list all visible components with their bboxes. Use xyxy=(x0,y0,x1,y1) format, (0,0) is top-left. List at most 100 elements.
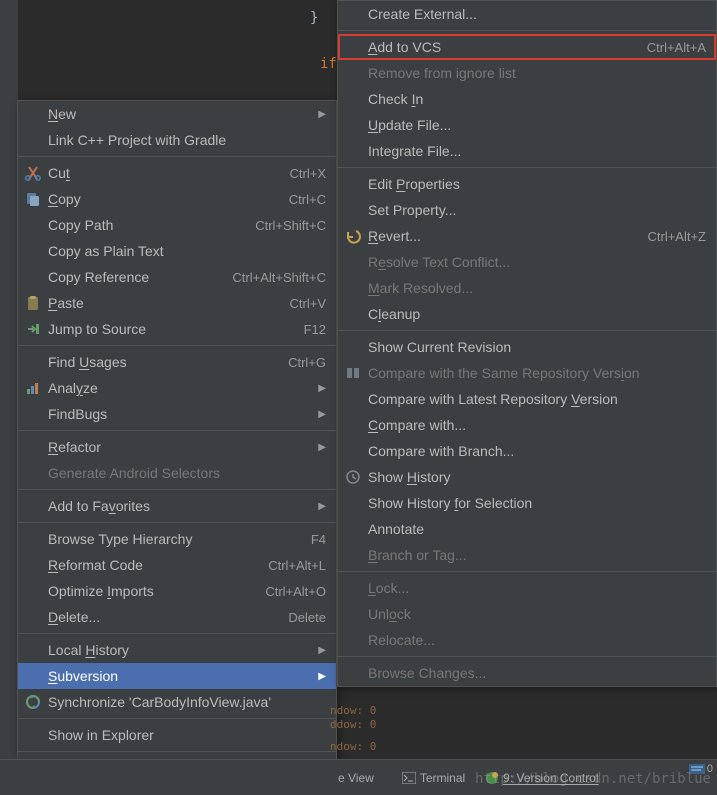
menu-item-label: Relocate... xyxy=(362,632,706,648)
menu-item-label: Browse Changes... xyxy=(362,665,706,681)
menu-item-label: Show Current Revision xyxy=(362,339,706,355)
primary-item-find-usages[interactable]: Find UsagesCtrl+G xyxy=(18,349,336,375)
context-menu-subversion: Create External... Add to VCSCtrl+Alt+A Re… xyxy=(337,0,717,687)
blank-icon xyxy=(344,547,362,563)
primary-item-link-c-project-with-gradle[interactable]: Link C++ Project with Gradle xyxy=(18,127,336,153)
blank-icon xyxy=(344,65,362,81)
menu-item-label: Local History xyxy=(42,642,316,658)
subversion-item-check-in[interactable]: Check In xyxy=(338,86,716,112)
menu-separator xyxy=(338,30,716,31)
subversion-item-cleanup[interactable]: Cleanup xyxy=(338,301,716,327)
primary-item-browse-type-hierarchy[interactable]: Browse Type HierarchyF4 xyxy=(18,526,336,552)
blank-icon xyxy=(24,531,42,547)
subversion-item-resolve-text-conflict: Resolve Text Conflict... xyxy=(338,249,716,275)
menu-separator xyxy=(18,633,336,634)
subversion-item-compare-with-branch[interactable]: Compare with Branch... xyxy=(338,438,716,464)
blank-icon xyxy=(24,406,42,422)
blank-icon xyxy=(24,727,42,743)
console-line-2: ddow: 0 xyxy=(330,718,376,731)
console-line-3: ndow: 0 xyxy=(330,740,376,753)
history-icon xyxy=(344,469,362,485)
menu-item-label: Find Usages xyxy=(42,354,288,370)
menu-item-label: Check In xyxy=(362,91,706,107)
watermark: http://blog.csdn.net/briblue xyxy=(475,771,711,787)
toolwindow-view[interactable]: e View xyxy=(338,771,374,785)
subversion-item-compare-with-latest-repository-version[interactable]: Compare with Latest Repository Version xyxy=(338,386,716,412)
blank-icon xyxy=(344,117,362,133)
menu-item-shortcut: F4 xyxy=(311,532,326,547)
primary-item-copy[interactable]: CopyCtrl+C xyxy=(18,186,336,212)
blank-icon xyxy=(24,668,42,684)
menu-item-label: Set Property... xyxy=(362,202,706,218)
menu-item-shortcut: Ctrl+C xyxy=(289,192,326,207)
primary-item-generate-android-selectors: Generate Android Selectors xyxy=(18,460,336,486)
blank-icon xyxy=(344,606,362,622)
primary-item-delete[interactable]: Delete...Delete xyxy=(18,604,336,630)
blank-icon xyxy=(344,202,362,218)
blank-icon xyxy=(24,642,42,658)
subversion-item-compare-with[interactable]: Compare with... xyxy=(338,412,716,438)
blank-icon xyxy=(24,269,42,285)
subversion-item-compare-with-the-same-repository-version: Compare with the Same Repository Version xyxy=(338,360,716,386)
subversion-item-revert[interactable]: Revert...Ctrl+Alt+Z xyxy=(338,223,716,249)
primary-item-synchronize-carbodyinfoview-java[interactable]: Synchronize 'CarBodyInfoView.java' xyxy=(18,689,336,715)
primary-item-new[interactable]: New▶ xyxy=(18,101,336,127)
menu-item-label: Annotate xyxy=(362,521,706,537)
blank-icon xyxy=(24,498,42,514)
subversion-item-relocate: Relocate... xyxy=(338,627,716,653)
blank-icon xyxy=(344,176,362,192)
subversion-item-mark-resolved: Mark Resolved... xyxy=(338,275,716,301)
menu-item-label: Copy Reference xyxy=(42,269,232,285)
primary-item-jump-to-source[interactable]: Jump to SourceF12 xyxy=(18,316,336,342)
primary-item-findbugs[interactable]: FindBugs▶ xyxy=(18,401,336,427)
subversion-item-show-history-for-selection[interactable]: Show History for Selection xyxy=(338,490,716,516)
blank-icon xyxy=(344,417,362,433)
menu-item-label: Cut xyxy=(42,165,290,181)
subversion-item-show-history[interactable]: Show History xyxy=(338,464,716,490)
primary-item-paste[interactable]: PasteCtrl+V xyxy=(18,290,336,316)
jump-icon xyxy=(24,321,42,337)
submenu-arrow-icon: ▶ xyxy=(316,671,326,682)
primary-item-copy-path[interactable]: Copy PathCtrl+Shift+C xyxy=(18,212,336,238)
toolwindow-terminal[interactable]: Terminal xyxy=(402,771,465,785)
code-keyword: if xyxy=(200,56,337,72)
menu-separator xyxy=(18,156,336,157)
primary-item-reformat-code[interactable]: Reformat CodeCtrl+Alt+L xyxy=(18,552,336,578)
submenu-arrow-icon: ▶ xyxy=(316,383,326,394)
subversion-item-set-property[interactable]: Set Property... xyxy=(338,197,716,223)
blank-icon xyxy=(344,665,362,681)
subversion-item-edit-properties[interactable]: Edit Properties xyxy=(338,171,716,197)
subversion-item-annotate[interactable]: Annotate xyxy=(338,516,716,542)
primary-item-show-in-explorer[interactable]: Show in Explorer xyxy=(18,722,336,748)
primary-item-subversion[interactable]: Subversion▶ xyxy=(18,663,336,689)
menu-item-label: Analyze xyxy=(42,380,316,396)
copy-icon xyxy=(24,191,42,207)
menu-item-label: New xyxy=(42,106,316,122)
subversion-item-create-external[interactable]: Create External... xyxy=(338,1,716,27)
subversion-item-show-current-revision[interactable]: Show Current Revision xyxy=(338,334,716,360)
primary-item-copy-as-plain-text[interactable]: Copy as Plain Text xyxy=(18,238,336,264)
menu-item-label: Unlock xyxy=(362,606,706,622)
blank-icon xyxy=(24,557,42,573)
primary-item-optimize-imports[interactable]: Optimize ImportsCtrl+Alt+O xyxy=(18,578,336,604)
blank-icon xyxy=(344,521,362,537)
menu-item-label: Integrate File... xyxy=(362,143,706,159)
subversion-item-branch-or-tag: Branch or Tag... xyxy=(338,542,716,568)
blank-icon xyxy=(24,243,42,259)
subversion-item-integrate-file[interactable]: Integrate File... xyxy=(338,138,716,164)
menu-separator xyxy=(338,656,716,657)
blank-icon xyxy=(344,580,362,596)
menu-item-label: Compare with... xyxy=(362,417,706,433)
primary-item-add-to-favorites[interactable]: Add to Favorites▶ xyxy=(18,493,336,519)
primary-item-refactor[interactable]: Refactor▶ xyxy=(18,434,336,460)
subversion-item-add-to-vcs[interactable]: Add to VCSCtrl+Alt+A xyxy=(338,34,716,60)
menu-item-shortcut: Ctrl+Alt+A xyxy=(647,40,706,55)
primary-item-cut[interactable]: CutCtrl+X xyxy=(18,160,336,186)
primary-item-copy-reference[interactable]: Copy ReferenceCtrl+Alt+Shift+C xyxy=(18,264,336,290)
primary-item-local-history[interactable]: Local History▶ xyxy=(18,637,336,663)
primary-item-analyze[interactable]: Analyze▶ xyxy=(18,375,336,401)
cut-icon xyxy=(24,165,42,181)
subversion-item-browse-changes: Browse Changes... xyxy=(338,660,716,686)
submenu-arrow-icon: ▶ xyxy=(316,409,326,420)
subversion-item-update-file[interactable]: Update File... xyxy=(338,112,716,138)
